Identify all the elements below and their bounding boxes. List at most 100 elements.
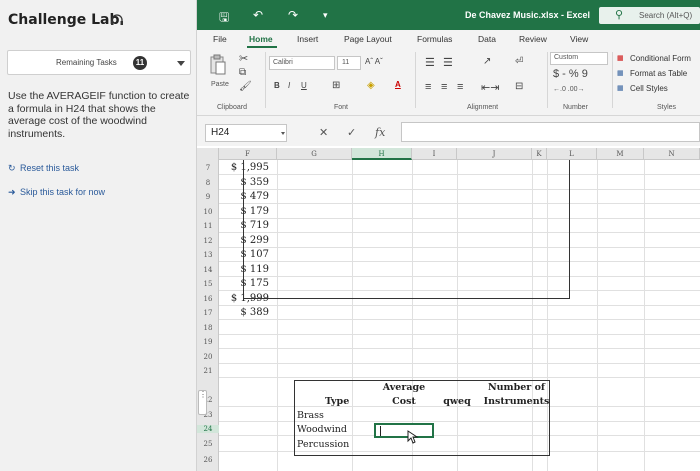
- borders-icon[interactable]: ⊞: [332, 80, 340, 91]
- merge-center-icon[interactable]: ⊟: [515, 81, 523, 92]
- column-header-h[interactable]: H: [352, 148, 412, 160]
- save-icon[interactable]: 🖫: [219, 8, 229, 29]
- align-left-icon[interactable]: ≡: [425, 81, 431, 93]
- column-header-n[interactable]: N: [644, 148, 700, 160]
- title-bar: 🖫 ↶ ↷ ▾ De Chavez Music.xlsx - Excel ⚲ S…: [197, 0, 700, 30]
- row-headers: 7 8 9 10 11 12 13 14 15 16 17 18 19 20 2…: [197, 160, 219, 471]
- insert-function-icon[interactable]: fx: [375, 126, 385, 139]
- decimal-buttons[interactable]: ←.0 .00→: [553, 86, 585, 93]
- average-header-line1[interactable]: Average: [374, 382, 434, 393]
- paste-icon[interactable]: [209, 54, 227, 76]
- column-header-i[interactable]: I: [412, 148, 457, 160]
- number-format-value: Custom: [554, 54, 579, 61]
- extra-header[interactable]: qweq: [437, 396, 477, 407]
- grow-shrink-font-buttons[interactable]: Aˆ Aˇ: [365, 57, 383, 66]
- tab-insert[interactable]: Insert: [297, 34, 318, 44]
- screen: Challenge Lab Remaining Tasks 11 Use the…: [0, 0, 700, 471]
- column-header-f[interactable]: F: [219, 148, 277, 160]
- name-box[interactable]: H24: [205, 124, 287, 142]
- column-header-g[interactable]: G: [277, 148, 352, 160]
- row-header[interactable]: 16: [197, 295, 219, 303]
- column-header-l[interactable]: L: [547, 148, 597, 160]
- redo-icon[interactable]: ↷: [288, 8, 298, 22]
- ribbon-separator: [415, 52, 416, 108]
- number-format-select[interactable]: Custom: [550, 52, 608, 65]
- remaining-tasks-dropdown[interactable]: Remaining Tasks 11: [7, 50, 191, 75]
- font-size-select[interactable]: 11: [337, 56, 361, 70]
- align-middle-icon[interactable]: ☰: [443, 56, 453, 69]
- conditional-formatting-button[interactable]: Conditional Form: [630, 54, 691, 63]
- column-header-m[interactable]: M: [597, 148, 644, 160]
- undo-icon[interactable]: ↶: [253, 8, 263, 22]
- search-input[interactable]: ⚲ Search (Alt+Q): [599, 7, 700, 24]
- align-right-icon[interactable]: ≡: [457, 81, 463, 93]
- column-header-j[interactable]: J: [457, 148, 532, 160]
- quick-access-menu-icon[interactable]: ▾: [323, 10, 328, 21]
- cut-icon[interactable]: ✂: [239, 52, 248, 65]
- currency-percent-comma-buttons[interactable]: $ - % 9: [553, 68, 588, 80]
- price-cell[interactable]: $ 389: [229, 307, 269, 318]
- row-header[interactable]: 9: [197, 193, 219, 201]
- indent-icon[interactable]: ⇤⇥: [481, 81, 499, 94]
- tab-view[interactable]: View: [570, 34, 588, 44]
- tab-review[interactable]: Review: [519, 34, 547, 44]
- gridline: [219, 377, 700, 378]
- row-header[interactable]: 12: [197, 237, 219, 245]
- type-header[interactable]: Type: [325, 396, 349, 407]
- font-name-select[interactable]: Calibri: [269, 56, 335, 70]
- panel-resize-handle[interactable]: ⋮: [198, 390, 207, 415]
- instruments-header-line1[interactable]: Number of: [479, 382, 554, 393]
- copy-icon[interactable]: ⧉: [239, 67, 246, 78]
- active-cell-h24[interactable]: [374, 423, 434, 438]
- row-header[interactable]: 17: [197, 309, 219, 317]
- row-header[interactable]: 11: [197, 222, 219, 230]
- italic-button[interactable]: I: [288, 81, 290, 90]
- paste-label[interactable]: Paste: [211, 81, 229, 88]
- headset-icon[interactable]: [110, 14, 124, 26]
- tab-page-layout[interactable]: Page Layout: [344, 34, 392, 44]
- column-header-k[interactable]: K: [532, 148, 547, 160]
- type-cell[interactable]: Woodwind: [297, 424, 347, 435]
- fill-color-icon[interactable]: ◈: [367, 80, 375, 91]
- reset-task-link[interactable]: ↻ Reset this task: [8, 163, 79, 174]
- row-header[interactable]: 10: [197, 208, 219, 216]
- font-color-icon[interactable]: A: [395, 80, 401, 89]
- row-header[interactable]: 7: [197, 164, 219, 172]
- underline-button[interactable]: U: [301, 81, 307, 90]
- cancel-entry-icon[interactable]: ✕: [319, 126, 328, 139]
- skip-task-link[interactable]: ➜ Skip this task for now: [8, 187, 105, 198]
- row-header[interactable]: 14: [197, 266, 219, 274]
- format-as-table-button[interactable]: Format as Table: [630, 69, 687, 78]
- type-cell[interactable]: Brass: [297, 410, 324, 421]
- enter-entry-icon[interactable]: ✓: [347, 126, 356, 139]
- row-header[interactable]: 13: [197, 251, 219, 259]
- align-top-icon[interactable]: ☰: [425, 56, 435, 69]
- row-header[interactable]: 21: [197, 367, 219, 375]
- row-header[interactable]: 18: [197, 324, 219, 332]
- row-header[interactable]: 19: [197, 338, 219, 346]
- tab-file[interactable]: File: [213, 34, 227, 44]
- row-header[interactable]: 20: [197, 353, 219, 361]
- type-cell[interactable]: Percussion: [297, 439, 349, 450]
- row-header[interactable]: 8: [197, 179, 219, 187]
- tab-formulas[interactable]: Formulas: [417, 34, 452, 44]
- row-header-selected[interactable]: 24: [197, 425, 219, 433]
- gridline: [644, 160, 645, 471]
- excel-window: 🖫 ↶ ↷ ▾ De Chavez Music.xlsx - Excel ⚲ S…: [197, 0, 700, 471]
- align-center-icon[interactable]: ≡: [441, 81, 447, 93]
- row-header[interactable]: 26: [197, 456, 219, 464]
- task-panel: Challenge Lab Remaining Tasks 11 Use the…: [0, 0, 197, 471]
- bold-button[interactable]: B: [274, 81, 280, 90]
- skip-arrow-icon: ➜: [8, 187, 16, 197]
- format-painter-icon[interactable]: 🖌: [239, 81, 252, 92]
- row-header[interactable]: 15: [197, 280, 219, 288]
- select-all-corner[interactable]: [197, 148, 219, 160]
- tab-home[interactable]: Home: [249, 34, 273, 44]
- cell-area[interactable]: $ 1,995 $ 359 $ 479 $ 179 $ 719 $ 299 $ …: [219, 160, 700, 471]
- wrap-text-icon[interactable]: ⏎: [515, 56, 523, 67]
- tab-data[interactable]: Data: [478, 34, 496, 44]
- formula-input[interactable]: [401, 122, 700, 142]
- orientation-icon[interactable]: ↗: [483, 56, 491, 67]
- row-header[interactable]: 25: [197, 440, 219, 448]
- cell-styles-button[interactable]: Cell Styles: [630, 84, 668, 93]
